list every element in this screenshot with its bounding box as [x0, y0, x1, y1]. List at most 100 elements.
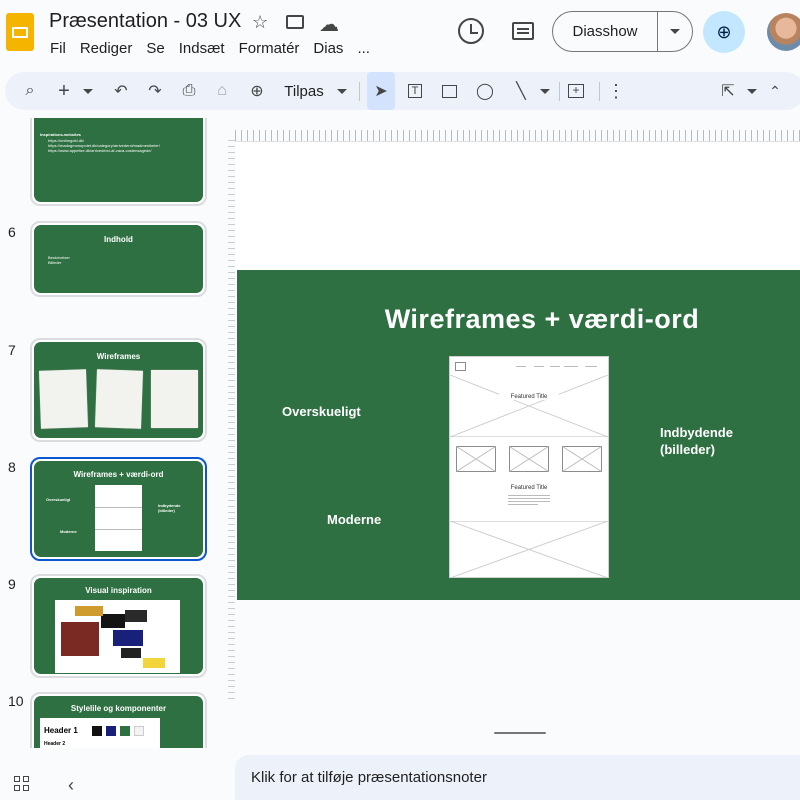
menu-slide[interactable]: Dias — [313, 40, 343, 57]
menu-more[interactable]: ... — [357, 40, 370, 57]
wireframe-paragraph-line — [508, 501, 550, 502]
wireframe-featured-title: Featured Title — [510, 485, 548, 491]
zoom-select[interactable]: Tilpas — [277, 72, 331, 110]
thumb-title: Wireframes + værdi-ord — [73, 470, 164, 479]
wireframe-photo — [95, 369, 143, 429]
thumb-text: Inspirations-websites — [40, 132, 81, 137]
grid-view-icon[interactable] — [14, 776, 30, 792]
line-icon[interactable]: ╲ — [509, 72, 533, 110]
slideshow-dropdown-button[interactable] — [658, 12, 692, 51]
menu-view[interactable]: Se — [146, 40, 164, 57]
slide-filmstrip: Inspirations-websites https://onthegold.… — [0, 118, 228, 748]
value-word-billeder[interactable]: (billeder) — [660, 441, 715, 458]
chevron-down-icon — [747, 88, 757, 94]
new-slide-layout-dropdown[interactable] — [81, 72, 95, 110]
thumb-title: Indhold — [104, 235, 133, 244]
styletile-preview: Header 1 Header 2 — [40, 718, 160, 748]
slide-number: 7 — [8, 342, 16, 358]
add-comment-icon[interactable]: + — [563, 72, 589, 110]
menu-insert[interactable]: Indsæt — [179, 40, 225, 57]
avatar[interactable] — [767, 13, 800, 51]
toolbar-divider — [559, 82, 560, 101]
slide-thumbnail-6[interactable]: Indhold Beskrivelser Billeder — [30, 221, 207, 297]
thumb-text: Indbydende (billeder) — [158, 503, 181, 513]
mini-wireframe — [95, 485, 142, 551]
version-history-icon[interactable] — [458, 18, 484, 44]
slide-background[interactable]: Wireframes + værdi-ord Overskueligt Mode… — [237, 270, 800, 600]
star-icon[interactable]: ☆ — [252, 12, 268, 33]
app-header: Præsentation - 03 UX ☆ ☁ Fil Rediger Se … — [0, 0, 800, 64]
wireframe-nav — [516, 366, 526, 367]
thumb-title: Stylelile og komponenter — [70, 704, 167, 713]
slides-logo-icon[interactable] — [6, 13, 34, 51]
value-word-indbydende[interactable]: Indbydende — [660, 424, 733, 441]
thumb-title: Wireframes — [96, 352, 141, 361]
inspiration-logo — [75, 606, 103, 616]
notes-resize-handle[interactable] — [494, 732, 546, 734]
slide-thumbnail-9[interactable]: Visual inspiration — [30, 574, 207, 678]
mini-wireframe-line — [95, 529, 142, 530]
zoom-icon[interactable]: ⊕ — [245, 72, 269, 110]
slide-number: 10 — [8, 693, 24, 709]
vertical-ruler[interactable] — [228, 140, 235, 700]
inspiration-image — [125, 610, 147, 622]
undo-icon[interactable]: ↶ — [109, 72, 133, 110]
wireframe-nav — [585, 366, 597, 367]
slide-number: 8 — [8, 459, 16, 475]
chevron-down-icon — [337, 88, 347, 94]
hide-menus-icon[interactable]: ⌃ — [765, 72, 785, 110]
search-menus-icon[interactable]: ⌕ — [17, 72, 43, 110]
line-dropdown[interactable] — [538, 72, 552, 110]
horizontal-ruler[interactable] — [235, 130, 800, 141]
wireframe-footer-placeholder — [450, 521, 608, 578]
color-swatch — [134, 726, 144, 736]
menu-format[interactable]: Formatér — [239, 40, 300, 57]
comments-icon[interactable] — [512, 22, 534, 40]
inspiration-image — [61, 622, 99, 656]
move-folder-icon[interactable] — [286, 15, 304, 29]
speaker-notes-placeholder[interactable]: Klik for at tilføje præsentationsnoter — [251, 769, 487, 786]
slide-thumbnail-10[interactable]: Stylelile og komponenter Header 1 Header… — [30, 692, 207, 748]
zoom-label: Tilpas — [284, 82, 324, 100]
pointer-mode-icon[interactable]: ⇱ — [717, 72, 739, 110]
thumb-text: Billeder — [48, 260, 62, 265]
value-word-moderne[interactable]: Moderne — [327, 511, 381, 528]
document-title[interactable]: Præsentation - 03 UX — [49, 10, 241, 33]
wireframe-image-row — [456, 446, 602, 472]
select-tool-icon[interactable]: ➤ — [367, 72, 395, 110]
wireframe-paragraph-line — [508, 498, 550, 499]
zoom-dropdown[interactable] — [335, 72, 349, 110]
inspiration-image — [121, 648, 141, 658]
shape-icon[interactable]: ◯ — [473, 72, 497, 110]
more-options-icon[interactable]: ⋮ — [607, 72, 625, 110]
speaker-notes-panel[interactable]: Klik for at tilføje præsentationsnoter — [235, 755, 800, 800]
print-icon[interactable]: ⎙ — [177, 72, 201, 110]
slide-number: 9 — [8, 576, 16, 592]
inspiration-collage — [55, 600, 180, 673]
menu-file[interactable]: Fil — [50, 40, 66, 57]
toolbar-divider — [599, 82, 600, 101]
thumb-text: Header 1 — [44, 726, 78, 735]
wireframe-logo-placeholder — [455, 362, 466, 371]
redo-icon[interactable]: ↷ — [143, 72, 167, 110]
collapse-filmstrip-icon[interactable]: ‹ — [68, 775, 74, 796]
pointer-mode-dropdown[interactable] — [745, 72, 759, 110]
cloud-status-icon[interactable]: ☁ — [319, 12, 339, 37]
menu-edit[interactable]: Rediger — [80, 40, 133, 57]
wireframe-paragraph-line — [508, 495, 550, 496]
menu-bar: Fil Rediger Se Indsæt Formatér Dias ... — [50, 40, 384, 57]
slide-thumbnail-5[interactable]: Inspirations-websites https://onthegold.… — [30, 118, 207, 206]
share-add-person-icon[interactable]: ⊕ — [703, 11, 745, 53]
slide-thumbnail-7[interactable]: Wireframes — [30, 338, 207, 442]
insert-image-icon[interactable] — [437, 72, 461, 110]
value-word-overskueligt[interactable]: Overskueligt — [282, 403, 361, 420]
paint-format-icon[interactable]: ⌂ — [210, 72, 234, 110]
wireframe-image[interactable]: Featured Title Featured Title — [449, 356, 609, 578]
chevron-down-icon — [670, 29, 680, 34]
new-slide-icon[interactable]: + — [53, 72, 75, 110]
slide-thumbnail-8[interactable]: Wireframes + værdi-ord Overskueligt Mode… — [30, 457, 207, 561]
wireframe-paragraph-line — [508, 504, 538, 505]
slideshow-button[interactable]: Diasshow — [553, 12, 657, 51]
text-box-icon[interactable]: T — [403, 72, 427, 110]
slide-title[interactable]: Wireframes + værdi-ord — [332, 304, 752, 335]
